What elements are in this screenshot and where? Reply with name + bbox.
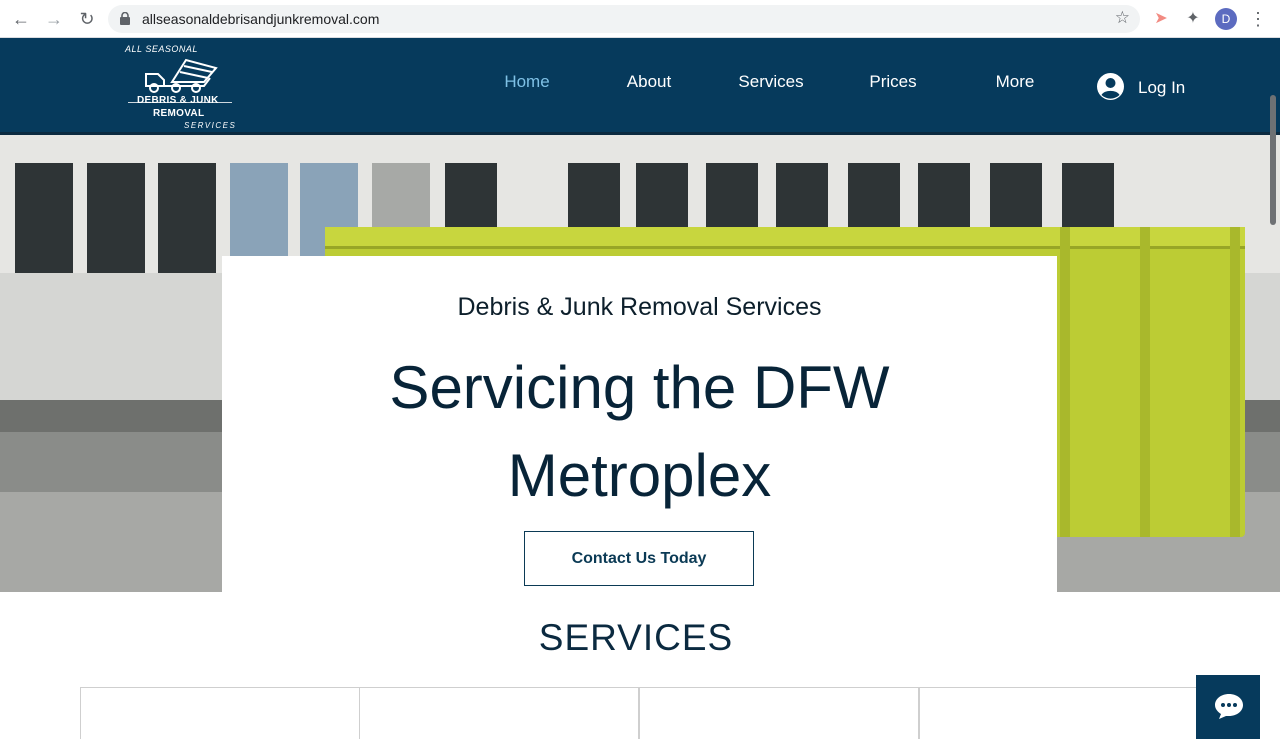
hero-kicker: Debris & Junk Removal Services [457,293,822,321]
nav-item-about[interactable]: About [588,72,710,92]
bookmark-star-icon[interactable]: ☆ [1115,8,1130,28]
reload-icon[interactable]: ↻ [76,8,98,30]
extension-icon[interactable]: ➤ [1151,9,1171,29]
browser-toolbar: ← → ↻ allseasonaldebrisandjunkremoval.co… [0,0,1280,38]
login-label: Log In [1138,78,1186,97]
hero-headline: Servicing the DFW Metroplex [222,344,1057,520]
site-header: ALL SEASONAL DEBRIS & JUNK REMOVAL SERVI… [0,38,1280,135]
back-arrow-icon[interactable]: ← [10,8,32,30]
address-bar[interactable]: allseasonaldebrisandjunkremoval.com ☆ [108,5,1140,33]
nav-item-prices[interactable]: Prices [832,72,954,92]
dump-truck-icon [145,58,218,93]
nav-item-more[interactable]: More [954,72,1076,92]
hero-headline-line-2: Metroplex [507,442,772,509]
logo-line-4: SERVICES [184,121,237,130]
logo-line-2: DEBRIS & JUNK [137,95,219,106]
service-card[interactable] [80,687,360,739]
logo-line-3: REMOVAL [153,108,205,119]
hero-headline-line-1: Servicing the DFW [389,354,890,421]
logo-line-1: ALL SEASONAL [125,44,198,54]
nav-item-services[interactable]: Services [710,72,832,92]
nav-item-home[interactable]: Home [466,72,588,92]
url-text: allseasonaldebrisandjunkremoval.com [142,11,380,27]
chat-widget-button[interactable] [1196,675,1260,739]
site-logo[interactable]: ALL SEASONAL DEBRIS & JUNK REMOVAL SERVI… [120,42,245,134]
page-scrollbar[interactable] [1270,95,1276,225]
service-card[interactable] [359,687,639,739]
user-account-icon [1097,73,1124,100]
puzzle-extensions-icon[interactable]: ✦ [1183,9,1203,29]
forward-arrow-icon[interactable]: → [43,8,65,30]
chat-bubble-icon [1215,694,1243,719]
service-card[interactable] [919,687,1199,739]
lock-icon [120,12,130,25]
profile-avatar[interactable]: D [1215,8,1237,30]
service-card[interactable] [639,687,919,739]
services-heading: SERVICES [538,617,734,658]
menu-kebab-icon[interactable]: ⋮ [1248,9,1268,29]
contact-us-button[interactable]: Contact Us Today [524,531,754,586]
hero-card: Debris & Junk Removal Services Servicing… [222,256,1057,592]
